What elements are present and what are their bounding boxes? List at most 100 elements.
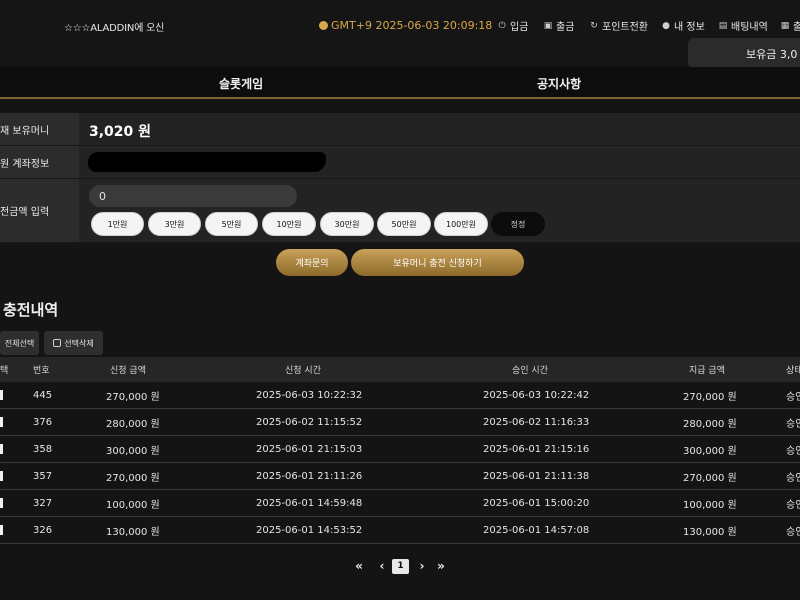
row-checkbox[interactable] (0, 525, 3, 535)
row-checkbox[interactable] (0, 390, 3, 400)
server-clock: GMT+9 2025-06-03 20:09:18 (319, 19, 492, 32)
balance-label: 재 보유머니 (0, 113, 79, 145)
cell-req-amount: 130,000 원 (106, 526, 160, 538)
cell-req-time: 2025-06-01 21:11:26 (256, 470, 363, 482)
cell-no: 327 (33, 497, 53, 509)
chip-500k[interactable]: 50만원 (377, 212, 431, 236)
row-checkbox[interactable] (0, 471, 3, 481)
charge-apply-button[interactable]: 보유머니 충전 신청하기 (351, 249, 524, 276)
chip-50k[interactable]: 5만원 (205, 212, 258, 236)
cell-appr-time: 2025-06-01 21:15:16 (483, 443, 590, 455)
refresh-icon: ↻ (590, 20, 598, 31)
table-row: 326 130,000 원 2025-06-01 14:53:52 2025-06-0… (0, 517, 800, 544)
table-row: 358 300,000 원 2025-06-01 21:15:03 2025-06-0… (0, 436, 800, 463)
table-header: 택 번호 신청 금액 신청 시간 승인 시간 지급 금액 상태 (0, 357, 800, 382)
cell-paid: 300,000 원 (683, 445, 737, 457)
nav-my-info-label: 내 정보 (674, 22, 705, 33)
cell-paid: 280,000 원 (683, 418, 737, 430)
clock-icon (319, 21, 328, 30)
select-all-label: 전체선택 (4, 338, 35, 348)
reset-chip[interactable]: 정정 (491, 212, 545, 236)
cell-paid: 130,000 원 (683, 526, 737, 538)
col-number: 번호 (33, 366, 50, 376)
amount-label: 전금액 입력 (0, 179, 79, 242)
cell-paid: 270,000 원 (683, 472, 737, 484)
balance-pill-text: 보유금 3,0 (746, 48, 798, 61)
cell-paid: 100,000 원 (683, 499, 737, 511)
list-icon: ▤ (718, 20, 728, 31)
menu-notice[interactable]: 공지사항 (537, 75, 581, 92)
cell-req-amount: 100,000 원 (106, 499, 160, 511)
power-icon: ⏻ (498, 20, 506, 31)
table-row: 327 100,000 원 2025-06-01 14:59:48 2025-06-0… (0, 490, 800, 517)
main-menu: 슬롯게임 공지사항 (0, 67, 800, 99)
cell-no: 357 (33, 470, 53, 482)
account-inquiry-button[interactable]: 계좌문의 (276, 249, 348, 276)
balance-pill[interactable]: 보유금 3,0 (688, 38, 800, 68)
prev-page-button[interactable]: ‹ (374, 559, 390, 573)
checkbox-icon (53, 339, 62, 347)
nav-withdraw-label: 출금 (556, 22, 575, 33)
top-bar: ☆☆☆ALADDIN에 오신 GMT+9 2025-06-03 20:09:18… (0, 0, 800, 68)
chip-1m[interactable]: 100만원 (434, 212, 488, 236)
nav-my-info[interactable]: ● 내 정보 (661, 18, 705, 34)
cell-req-time: 2025-06-01 21:15:03 (256, 443, 363, 455)
nav-deposit-label: 입금 (510, 22, 529, 33)
row-checkbox[interactable] (0, 444, 3, 454)
nav-point-convert-label: 포인트전환 (602, 22, 648, 33)
cell-req-time: 2025-06-03 10:22:32 (256, 389, 363, 401)
cell-paid: 270,000 원 (683, 391, 737, 403)
cell-appr-time: 2025-06-01 14:57:08 (483, 524, 590, 536)
cell-appr-time: 2025-06-01 21:11:38 (483, 470, 590, 482)
delete-selected-button[interactable]: 선택삭제 (44, 331, 103, 355)
table-row: 376 280,000 원 2025-06-02 11:15:52 2025-06-0… (0, 409, 800, 436)
amount-input[interactable] (89, 185, 297, 207)
cell-status: 승인 (786, 472, 800, 484)
chip-30k[interactable]: 3만원 (148, 212, 201, 236)
clock-text: GMT+9 2025-06-03 20:09:18 (331, 19, 493, 32)
col-status: 상태 (786, 366, 800, 376)
account-row: 원 계좌정보 (0, 146, 800, 179)
delete-selected-label: 선택삭제 (64, 338, 94, 348)
last-page-button[interactable]: » (432, 559, 450, 573)
cell-no: 445 (33, 389, 53, 401)
nav-deposit[interactable]: ⏻ 입금 (497, 18, 529, 34)
nav-attendance[interactable]: ▦ 출 (780, 18, 800, 34)
chip-300k[interactable]: 30만원 (320, 212, 374, 236)
cell-status: 승인 (786, 391, 800, 403)
cell-status: 승인 (786, 418, 800, 430)
pagination: « ‹ 1 › » (350, 558, 450, 574)
chip-100k[interactable]: 10만원 (262, 212, 316, 236)
col-req-time: 신청 시간 (285, 366, 321, 376)
info-icon: ● (662, 20, 670, 31)
row-checkbox[interactable] (0, 498, 3, 508)
page-1-button[interactable]: 1 (392, 558, 409, 574)
cell-status: 승인 (786, 445, 800, 457)
cell-no: 376 (33, 416, 53, 428)
menu-slot-game[interactable]: 슬롯게임 (219, 75, 263, 92)
col-req-amount: 신청 금액 (110, 366, 146, 376)
next-page-button[interactable]: › (414, 559, 430, 573)
table-row: 357 270,000 원 2025-06-01 21:11:26 2025-06-0… (0, 463, 800, 490)
wallet-icon: ▣ (543, 20, 553, 31)
redacted-account-info (88, 152, 326, 172)
welcome-text: ☆☆☆ALADDIN에 오신 (64, 23, 165, 34)
nav-point-convert[interactable]: ↻ 포인트전환 (589, 18, 648, 34)
cell-req-amount: 300,000 원 (106, 445, 160, 457)
cell-req-amount: 280,000 원 (106, 418, 160, 430)
row-checkbox[interactable] (0, 417, 3, 427)
first-page-button[interactable]: « (350, 559, 368, 573)
col-select: 택 (0, 366, 9, 376)
nav-withdraw[interactable]: ▣ 출금 (543, 18, 575, 34)
cell-no: 326 (33, 524, 53, 536)
chip-10k[interactable]: 1만원 (91, 212, 144, 236)
cell-req-amount: 270,000 원 (106, 391, 160, 403)
cell-no: 358 (33, 443, 53, 455)
select-all-button[interactable]: 전체선택 (0, 331, 39, 355)
cell-status: 승인 (786, 499, 800, 511)
cell-req-time: 2025-06-01 14:53:52 (256, 524, 363, 536)
nav-bet-history[interactable]: ▤ 배팅내역 (718, 18, 768, 34)
col-paid: 지급 금액 (689, 366, 725, 376)
cell-appr-time: 2025-06-01 15:00:20 (483, 497, 590, 509)
cell-status: 승인 (786, 526, 800, 538)
